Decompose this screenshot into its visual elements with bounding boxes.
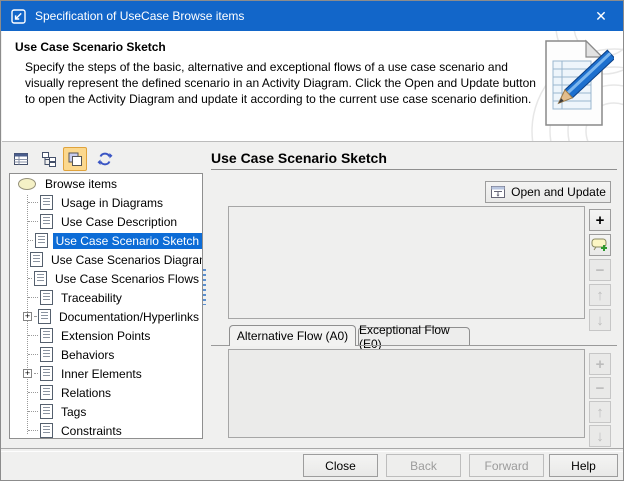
alternative-flow-list[interactable] [228, 349, 585, 438]
tab-exceptional-flow[interactable]: Exceptional Flow (E0) [358, 327, 470, 346]
forward-button: Forward [469, 454, 544, 477]
title-bar: Specification of UseCase Browse items ✕ [1, 1, 623, 31]
spec-node-icon [40, 404, 53, 419]
tree-item[interactable]: Use Case Description [10, 212, 202, 231]
tree-item[interactable]: Constraints [10, 421, 202, 439]
tab-alternative-flow[interactable]: Alternative Flow (A0) [229, 325, 356, 346]
tree-item[interactable]: Extension Points [10, 326, 202, 345]
tree-item[interactable]: Traceability [10, 288, 202, 307]
down-arrow-icon: ↓ [589, 309, 611, 331]
usecase-oval-icon [18, 178, 36, 190]
spec-node-icon [40, 290, 53, 305]
specification-dialog: Specification of UseCase Browse items ✕ … [0, 0, 624, 481]
tree-icon[interactable] [37, 147, 61, 171]
open-and-update-label: Open and Update [511, 185, 606, 199]
note-add-icon[interactable] [589, 234, 611, 256]
tree-item[interactable]: Relations [10, 383, 202, 402]
spec-node-icon [30, 252, 43, 267]
spec-node-icon [38, 309, 51, 324]
specification-window-icon [11, 9, 26, 24]
spec-node-icon [40, 214, 53, 229]
panel-splitter-handle[interactable] [203, 269, 206, 305]
panel-heading: Use Case Scenario Sketch [211, 150, 387, 166]
spec-node-icon [40, 385, 53, 400]
table-icon[interactable] [9, 147, 33, 171]
close-icon[interactable]: ✕ [579, 1, 623, 31]
open-and-update-button[interactable]: Open and Update [485, 181, 611, 203]
overlapping-squares-icon[interactable] [63, 147, 87, 171]
spec-node-icon [40, 366, 53, 381]
header-title: Use Case Scenario Sketch [15, 40, 166, 54]
spec-node-icon [40, 195, 53, 210]
plus-icon[interactable]: + [589, 209, 611, 231]
minus-icon: − [589, 377, 611, 399]
tree-item-selected[interactable]: Use Case Scenario Sketch [10, 231, 202, 250]
spec-node-icon [35, 233, 48, 248]
spec-node-icon [40, 347, 53, 362]
tree-item[interactable]: Tags [10, 402, 202, 421]
tree-root-label: Browse items [42, 176, 120, 192]
footer-separator [1, 448, 624, 452]
scenario-steps-list[interactable] [228, 206, 585, 319]
header-description: Specify the steps of the basic, alternat… [25, 59, 537, 107]
help-button[interactable]: Help [549, 454, 618, 477]
up-arrow-icon: ↑ [589, 401, 611, 423]
browse-items-tree[interactable]: Browse items Usage in Diagrams Use Case … [9, 173, 203, 439]
tree-item[interactable]: Use Case Scenarios Diagrams [10, 250, 202, 269]
expand-plus-icon[interactable]: + [23, 312, 32, 321]
spec-node-icon [40, 328, 53, 343]
refresh-icon[interactable] [93, 147, 117, 171]
tree-item[interactable]: Usage in Diagrams [10, 193, 202, 212]
document-pencil-icon [538, 35, 614, 134]
activity-diagram-icon [490, 184, 506, 200]
tree-root[interactable]: Browse items [10, 174, 202, 193]
tree-item[interactable]: +Documentation/Hyperlinks [10, 307, 202, 326]
tree-item[interactable]: Behaviors [10, 345, 202, 364]
spec-node-icon [34, 271, 47, 286]
minus-icon: − [589, 259, 611, 281]
plus-icon: + [589, 353, 611, 375]
header-banner: Use Case Scenario Sketch Specify the ste… [2, 31, 624, 142]
heading-separator [211, 169, 617, 170]
tree-item[interactable]: +Inner Elements [10, 364, 202, 383]
close-button[interactable]: Close [303, 454, 378, 477]
back-button: Back [386, 454, 461, 477]
spec-node-icon [40, 423, 53, 438]
tree-item[interactable]: Use Case Scenarios Flows [10, 269, 202, 288]
down-arrow-icon: ↓ [589, 425, 611, 447]
up-arrow-icon: ↑ [589, 284, 611, 306]
expand-plus-icon[interactable]: + [23, 369, 32, 378]
window-title: Specification of UseCase Browse items [35, 9, 244, 23]
